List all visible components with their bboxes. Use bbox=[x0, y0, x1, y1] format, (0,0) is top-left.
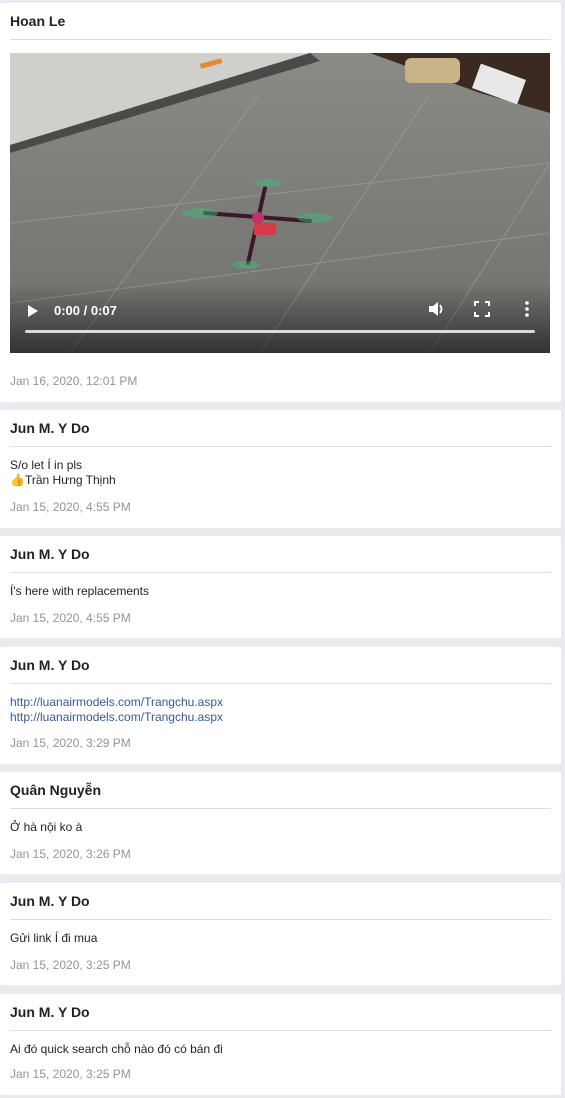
post-timestamp: Jan 15, 2020, 3:25 PM bbox=[10, 1067, 131, 1081]
post-author[interactable]: Jun M. Y Do bbox=[10, 420, 90, 436]
video-player[interactable]: 0:00 / 0:07 bbox=[10, 53, 550, 353]
message-link[interactable]: http://luanairmodels.com/Trangchu.aspx bbox=[10, 710, 223, 725]
post-message: Ai đó quick search chỗ nào đó có bán đi bbox=[10, 1042, 223, 1057]
divider bbox=[10, 808, 551, 809]
post-card: Quân Nguyễn Ở hà nội ko à Jan 15, 2020, … bbox=[0, 772, 561, 874]
post-message: S/o let Í in pls 👍Trần Hưng Thịnh bbox=[10, 458, 116, 488]
message-line: 👍Trần Hưng Thịnh bbox=[10, 473, 116, 487]
video-time: 0:00 / 0:07 bbox=[54, 303, 117, 318]
post-author[interactable]: Jun M. Y Do bbox=[10, 1004, 90, 1020]
post-card: Jun M. Y Do http://luanairmodels.com/Tra… bbox=[0, 647, 561, 764]
video-progress-bar[interactable] bbox=[25, 330, 535, 333]
divider bbox=[10, 39, 551, 40]
post-author[interactable]: Hoan Le bbox=[10, 13, 65, 29]
post-card: Jun M. Y Do Gửi link Í đi mua Jan 15, 20… bbox=[0, 883, 561, 985]
more-vertical-icon[interactable] bbox=[517, 299, 537, 319]
video-controls: 0:00 / 0:07 bbox=[10, 283, 550, 353]
post-timestamp: Jan 15, 2020, 4:55 PM bbox=[10, 611, 131, 625]
post-timestamp: Jan 15, 2020, 4:55 PM bbox=[10, 500, 131, 514]
message-link[interactable]: http://luanairmodels.com/Trangchu.aspx bbox=[10, 695, 223, 710]
post-card: Jun M. Y Do Í's here with replacements J… bbox=[0, 536, 561, 638]
post-author[interactable]: Quân Nguyễn bbox=[10, 782, 101, 798]
post-timestamp: Jan 15, 2020, 3:25 PM bbox=[10, 958, 131, 972]
post-message: Í's here with replacements bbox=[10, 584, 149, 599]
divider bbox=[10, 572, 551, 573]
post-card: Jun M. Y Do S/o let Í in pls 👍Trần Hưng … bbox=[0, 410, 561, 528]
message-line: S/o let Í in pls bbox=[10, 458, 83, 472]
post-timestamp: Jan 16, 2020, 12:01 PM bbox=[10, 374, 138, 388]
post-card: Jun M. Y Do Ai đó quick search chỗ nào đ… bbox=[0, 994, 561, 1095]
post-author[interactable]: Jun M. Y Do bbox=[10, 657, 90, 673]
post-author[interactable]: Jun M. Y Do bbox=[10, 546, 90, 562]
divider bbox=[10, 1030, 551, 1031]
message-line: Gửi link Í đi mua bbox=[10, 931, 98, 945]
message-line: Í's here with replacements bbox=[10, 584, 150, 598]
message-line: Ai đó quick search chỗ nào đó có bán đi bbox=[10, 1042, 223, 1056]
divider bbox=[10, 919, 551, 920]
post-message: http://luanairmodels.com/Trangchu.aspx h… bbox=[10, 695, 223, 725]
post-author[interactable]: Jun M. Y Do bbox=[10, 893, 90, 909]
post-timestamp: Jan 15, 2020, 3:26 PM bbox=[10, 847, 131, 861]
message-line: Ở hà nội ko à bbox=[10, 820, 83, 834]
play-icon[interactable] bbox=[28, 305, 38, 317]
divider bbox=[10, 446, 551, 447]
fullscreen-icon[interactable] bbox=[472, 299, 492, 319]
post-message: Gửi link Í đi mua bbox=[10, 931, 97, 946]
post-message: Ở hà nội ko à bbox=[10, 820, 82, 835]
divider bbox=[10, 683, 551, 684]
post-timestamp: Jan 15, 2020, 3:29 PM bbox=[10, 736, 131, 750]
volume-icon[interactable] bbox=[427, 299, 447, 319]
post-card: Hoan Le 0:00 / 0:07 Jan 16, 2020, 12:01 … bbox=[0, 3, 561, 402]
